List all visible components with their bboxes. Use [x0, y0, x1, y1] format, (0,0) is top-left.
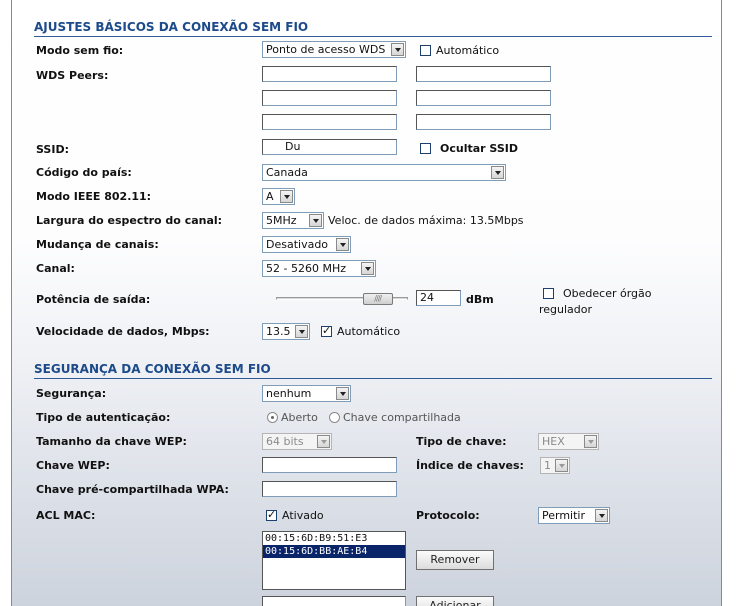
auth-shared-radio[interactable]: [329, 412, 340, 423]
chevron-down-icon: [295, 325, 308, 338]
security-section-title: SEGURANÇA DA CONEXÃO SEM FIO: [34, 362, 271, 376]
settings-panel: AJUSTES BÁSICOS DA CONEXÃO SEM FIO Modo …: [11, 0, 722, 606]
chevron-down-icon: [280, 190, 293, 203]
channel-value: 52 - 5260 MHz: [266, 262, 346, 275]
remove-button[interactable]: Remover: [416, 550, 494, 570]
channel-select[interactable]: 52 - 5260 MHz: [262, 260, 376, 277]
wds-peer-3-input[interactable]: [262, 90, 397, 106]
mac-list-item-selected[interactable]: 00:15:6D:BB:AE:B4: [263, 545, 405, 558]
security-value: nenhum: [266, 387, 312, 400]
basic-section-title: AJUSTES BÁSICOS DA CONEXÃO SEM FIO: [34, 20, 309, 34]
output-power-unit: dBm: [466, 293, 494, 306]
channel-shift-label: Mudança de canais:: [36, 238, 159, 251]
ssid-input[interactable]: Du: [262, 139, 397, 155]
output-power-slider-thumb[interactable]: ////: [362, 293, 393, 305]
protocol-select[interactable]: Permitir: [538, 507, 610, 524]
wpa-psk-label: Chave pré-compartilhada WPA:: [36, 483, 229, 496]
key-type-value: HEX: [542, 435, 565, 448]
channel-shift-value: Desativado: [266, 238, 329, 251]
chevron-down-icon: [555, 459, 568, 472]
auth-type-label: Tipo de autenticação:: [36, 411, 171, 424]
chevron-down-icon: [317, 435, 330, 448]
channel-width-value: 5MHz: [266, 214, 297, 227]
basic-section-rule: [34, 36, 712, 37]
key-index-value: 1: [544, 459, 551, 472]
country-value: Canada: [266, 166, 308, 179]
country-label: Código do país:: [36, 166, 132, 179]
mac-add-input[interactable]: [262, 596, 406, 606]
obey-regulator-checkbox[interactable]: [543, 288, 554, 299]
chevron-down-icon: [491, 166, 504, 179]
chevron-down-icon: [361, 262, 374, 275]
key-type-label: Tipo de chave:: [416, 435, 507, 448]
acl-enabled-label: Ativado: [282, 509, 324, 522]
data-rate-auto-checkbox[interactable]: [321, 324, 332, 337]
data-rate-label: Velocidade de dados, Mbps:: [36, 325, 210, 338]
wireless-mode-auto-checkbox[interactable]: [420, 45, 431, 56]
wireless-mode-auto-label: Automático: [436, 44, 500, 57]
acl-mac-label: ACL MAC:: [36, 509, 96, 522]
acl-enabled-checkbox[interactable]: [266, 508, 277, 521]
obey-regulator-label-line1: Obedecer órgão: [563, 287, 652, 300]
wds-peer-1-input[interactable]: [262, 66, 397, 82]
wep-key-length-label: Tamanho da chave WEP:: [36, 435, 187, 448]
country-select[interactable]: Canada: [262, 164, 506, 181]
wep-key-length-value: 64 bits: [266, 435, 304, 448]
security-select[interactable]: nenhum: [262, 385, 351, 402]
chevron-down-icon: [309, 214, 322, 227]
auth-open-radio[interactable]: [267, 412, 278, 423]
wep-key-length-select[interactable]: 64 bits: [262, 433, 332, 450]
wireless-mode-value: Ponto de acesso WDS: [266, 43, 386, 56]
protocol-label: Protocolo:: [416, 509, 480, 522]
channel-width-label: Largura do espectro do canal:: [36, 214, 223, 227]
key-index-label: Índice de chaves:: [416, 459, 524, 472]
wireless-mode-label: Modo sem fio:: [36, 44, 124, 57]
security-label: Segurança:: [36, 387, 107, 400]
protocol-value: Permitir: [542, 509, 586, 522]
data-rate-value: 13.5: [266, 325, 291, 338]
auth-open-label: Aberto: [281, 411, 318, 424]
data-rate-select[interactable]: 13.5: [262, 323, 310, 340]
chevron-down-icon: [584, 435, 597, 448]
chevron-down-icon: [336, 387, 349, 400]
channel-label: Canal:: [36, 262, 75, 275]
channel-shift-select[interactable]: Desativado: [262, 236, 351, 253]
wds-peer-5-input[interactable]: [262, 114, 397, 130]
mac-list[interactable]: 00:15:6D:B9:51:E3 00:15:6D:BB:AE:B4: [262, 531, 406, 590]
max-rate-text: Veloc. de dados máxima: 13.5Mbps: [328, 214, 524, 227]
wireless-mode-select[interactable]: Ponto de acesso WDS: [262, 41, 406, 58]
key-index-select[interactable]: 1: [540, 457, 570, 474]
chevron-down-icon: [595, 509, 608, 522]
chevron-down-icon: [336, 238, 349, 251]
key-type-select[interactable]: HEX: [538, 433, 599, 450]
obey-regulator-label-line2: regulador: [539, 303, 593, 316]
hide-ssid-label: Ocultar SSID: [440, 142, 518, 155]
wep-key-input[interactable]: [262, 457, 397, 473]
output-power-input[interactable]: 24: [416, 290, 461, 306]
channel-width-select[interactable]: 5MHz: [262, 212, 324, 229]
data-rate-auto-label: Automático: [337, 325, 401, 338]
wds-peers-label: WDS Peers:: [36, 69, 109, 82]
wds-peer-6-input[interactable]: [416, 114, 551, 130]
wds-peer-4-input[interactable]: [416, 90, 551, 106]
ssid-label: SSID:: [36, 143, 69, 156]
ieee-mode-label: Modo IEEE 802.11:: [36, 190, 152, 203]
output-power-label: Potência de saída:: [36, 293, 151, 306]
wpa-psk-input[interactable]: [262, 481, 397, 497]
mac-list-item[interactable]: 00:15:6D:B9:51:E3: [263, 532, 405, 545]
add-button[interactable]: Adicionar: [416, 596, 494, 606]
security-section-rule: [34, 378, 712, 379]
auth-shared-label: Chave compartilhada: [343, 411, 461, 424]
wds-peer-2-input[interactable]: [416, 66, 551, 82]
wep-key-label: Chave WEP:: [36, 459, 110, 472]
ieee-mode-select[interactable]: A: [262, 188, 295, 205]
chevron-down-icon: [391, 43, 404, 56]
hide-ssid-checkbox[interactable]: [420, 143, 431, 154]
ieee-mode-value: A: [266, 190, 274, 203]
